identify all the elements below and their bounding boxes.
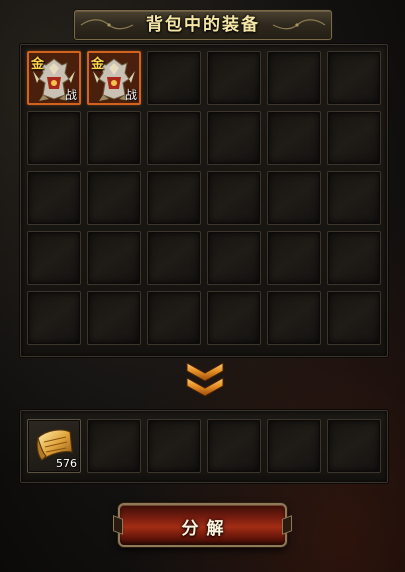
bag_grid-empty-slot[interactable] xyxy=(207,51,261,105)
decompose-button[interactable]: 分解 xyxy=(118,503,287,547)
bag_grid-empty-slot[interactable] xyxy=(327,291,381,345)
bag_grid-empty-slot[interactable] xyxy=(267,51,321,105)
bag_grid-empty-slot[interactable] xyxy=(87,111,141,165)
scroll-ornament-icon xyxy=(272,19,326,30)
bag_grid-empty-slot[interactable] xyxy=(27,231,81,285)
bag_grid-empty-slot[interactable] xyxy=(27,291,81,345)
scroll-ornament-icon xyxy=(80,19,134,30)
decompose-result-panel: 576 xyxy=(20,410,388,483)
bag-inventory-grid: 金战金战 xyxy=(27,51,381,345)
decompose-button-label: 分解 xyxy=(181,519,232,539)
item-count: 576 xyxy=(56,457,77,470)
bag_grid-empty-slot[interactable] xyxy=(327,171,381,225)
double-chevron-down-icon xyxy=(186,362,224,397)
item-class-tag: 战 xyxy=(64,88,77,102)
bag_grid-empty-slot[interactable] xyxy=(147,111,201,165)
bag_grid-empty-slot[interactable] xyxy=(87,231,141,285)
bag_grid-empty-slot[interactable] xyxy=(207,291,261,345)
bag_grid-empty-slot[interactable] xyxy=(267,171,321,225)
bag_grid-empty-slot[interactable] xyxy=(267,111,321,165)
decompose-result-grid: 576 xyxy=(27,419,381,473)
bag_grid-empty-slot[interactable] xyxy=(147,231,201,285)
result_grid-item-slot[interactable]: 576 xyxy=(27,419,81,473)
bag_grid-empty-slot[interactable] xyxy=(147,51,201,105)
bag_grid-empty-slot[interactable] xyxy=(87,291,141,345)
result_grid-empty-slot[interactable] xyxy=(207,419,261,473)
bag_grid-empty-slot[interactable] xyxy=(267,291,321,345)
bag_grid-item-slot[interactable]: 金战 xyxy=(87,51,141,105)
result_grid-empty-slot[interactable] xyxy=(147,419,201,473)
bag_grid-empty-slot[interactable] xyxy=(27,171,81,225)
bag_grid-empty-slot[interactable] xyxy=(327,111,381,165)
result_grid-empty-slot[interactable] xyxy=(87,419,141,473)
bag_grid-empty-slot[interactable] xyxy=(327,231,381,285)
bag_grid-empty-slot[interactable] xyxy=(207,231,261,285)
bag_grid-empty-slot[interactable] xyxy=(267,231,321,285)
bag-inventory-panel: 金战金战 xyxy=(20,44,388,357)
bag_grid-item-slot[interactable]: 金战 xyxy=(27,51,81,105)
bag_grid-empty-slot[interactable] xyxy=(207,111,261,165)
item-quality-tag: 金 xyxy=(31,57,45,72)
bag_grid-empty-slot[interactable] xyxy=(147,171,201,225)
bag_grid-empty-slot[interactable] xyxy=(327,51,381,105)
window-title: 背包中的装备 xyxy=(146,15,260,35)
bag_grid-empty-slot[interactable] xyxy=(147,291,201,345)
window-title-plaque: 背包中的装备 xyxy=(74,10,332,40)
item-quality-tag: 金 xyxy=(91,57,105,72)
result_grid-empty-slot[interactable] xyxy=(327,419,381,473)
item-class-tag: 战 xyxy=(124,88,137,102)
bag_grid-empty-slot[interactable] xyxy=(87,171,141,225)
bag_grid-empty-slot[interactable] xyxy=(207,171,261,225)
bag_grid-empty-slot[interactable] xyxy=(27,111,81,165)
result_grid-empty-slot[interactable] xyxy=(267,419,321,473)
